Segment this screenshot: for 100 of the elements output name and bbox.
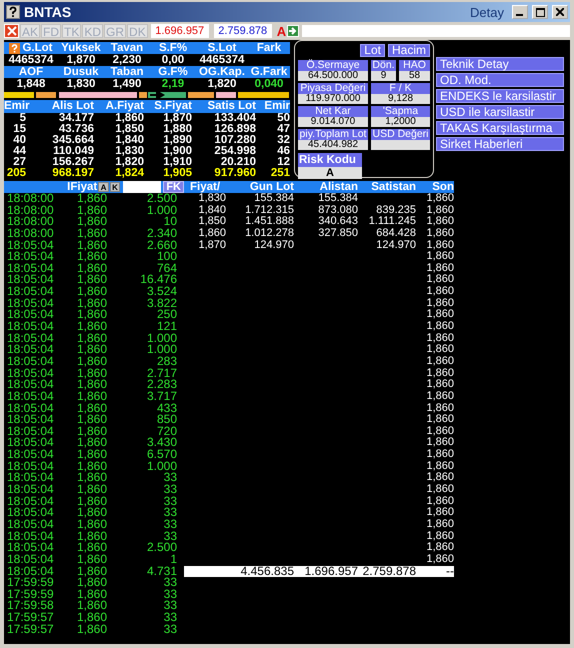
stat-label: G.Lot — [4, 42, 58, 54]
lot-cell-text: 3.524 — [146, 286, 177, 298]
stat-label: Yuksek — [60, 42, 102, 54]
table-cell-text: 254.998 — [213, 146, 256, 157]
lot-cell-text: 10 — [164, 216, 177, 228]
lot-cell-text: 33 — [164, 577, 177, 589]
time-cell-text: 18:05:04 — [7, 542, 55, 554]
flag-label: A — [276, 24, 286, 38]
input-field[interactable] — [123, 181, 162, 193]
table-cell-text: 1,890 — [162, 135, 192, 146]
stat-label: S.Lot — [206, 42, 238, 54]
table-cell-text: 1,840 — [114, 135, 144, 146]
table-cell-text: 1,860 — [425, 368, 454, 379]
stat-value: 2,19 — [160, 78, 186, 90]
table-cell-text: 15 — [12, 124, 26, 135]
link-button[interactable]: OD. Mod. — [436, 73, 564, 87]
column-header: Emir — [263, 100, 290, 113]
lot-cell-text: 283 — [156, 356, 177, 368]
price-cell-text: 1,860 — [76, 228, 107, 240]
field-value: 1,2000 — [371, 117, 430, 127]
table-cell-text: 345.664 — [51, 135, 94, 146]
time-cell-text: 18:08:00 — [7, 193, 55, 205]
table-cell-text: 1,860 — [425, 193, 454, 205]
stat-label: Dusuk — [62, 66, 100, 78]
table-cell-text: 46 — [276, 146, 290, 157]
field-value: A — [298, 167, 362, 179]
filter-button[interactable]: A — [98, 182, 109, 192]
minimize-button[interactable] — [512, 5, 528, 19]
price-cell-text: 1,860 — [76, 368, 107, 380]
lot-cell-text: 2.283 — [146, 379, 177, 391]
help-icon[interactable] — [6, 5, 20, 19]
table-cell-text: 1,860 — [425, 449, 454, 461]
lot-cell-text: 100 — [156, 251, 177, 263]
maximize-button[interactable] — [532, 5, 548, 19]
total-cell-text: 4.456.835 — [240, 566, 294, 578]
link-button[interactable]: ENDEKS le karsilastir — [436, 89, 564, 103]
lot-cell-text: 1.000 — [146, 332, 177, 344]
price-cell-text: 1,860 — [76, 216, 107, 228]
price-cell-text: 1,860 — [76, 414, 107, 426]
time-cell-text: 18:05:04 — [7, 344, 55, 356]
table-cell-text: 110.049 — [52, 146, 94, 157]
price-cell-text: 1,860 — [76, 600, 107, 612]
table-cell-text: 32 — [276, 135, 290, 146]
field-label: HAO — [399, 60, 430, 71]
time-cell-text: 18:05:04 — [7, 518, 55, 531]
lot-cell-text: 33 — [162, 624, 177, 636]
field-label: Dön. — [371, 60, 396, 71]
price-cell-text: 1,860 — [76, 390, 107, 403]
time-cell-text: 17:59:58 — [7, 600, 55, 612]
arrow-icon — [288, 26, 298, 36]
table-cell-text: 1,860 — [425, 228, 454, 240]
time-cell-text: 18:05:04 — [7, 274, 55, 286]
table-cell-text: 133.404 — [213, 113, 256, 124]
price-cell-text: 1,860 — [76, 472, 107, 484]
filter-button[interactable]: FK — [163, 181, 184, 193]
stat-label: OG.Kap. — [198, 66, 246, 78]
lot-cell-text: 16.476 — [139, 274, 177, 286]
table-cell-text: 1,860 — [425, 390, 454, 403]
lot-cell-text: 1 — [169, 554, 177, 566]
table-cell-text: 1,860 — [425, 437, 454, 449]
close-button[interactable] — [552, 5, 568, 19]
stat-value: 4465374 — [8, 54, 54, 66]
link-button[interactable]: USD ile karsilastir — [436, 105, 564, 119]
link-button[interactable]: TAKAS Karşılaştırma — [436, 121, 564, 135]
table-cell-text: 1,860 — [425, 518, 454, 531]
time-cell-text: 18:05:04 — [7, 390, 55, 403]
go-button[interactable] — [287, 25, 300, 37]
field-label: piy.Toplam Lot — [298, 129, 368, 140]
stat-label: G.Fark — [250, 66, 288, 78]
input-field[interactable] — [302, 25, 570, 37]
field-label: F / K — [371, 83, 430, 94]
table-cell-text: 1,860 — [425, 554, 454, 566]
total-cell-text: 968.197 — [51, 168, 94, 179]
toggle-button[interactable]: Hacim — [388, 44, 430, 57]
price-cell-text: 1,860 — [76, 332, 107, 344]
field-value: 64.500.000 — [298, 71, 368, 81]
field-label: USD Değeri — [371, 129, 430, 140]
lot-cell-text: 3.717 — [146, 390, 177, 403]
table-cell-text: 1,860 — [425, 460, 454, 472]
toggle-button[interactable]: Lot — [360, 44, 385, 57]
column-header: Alistan — [318, 181, 358, 193]
filter-button[interactable]: K — [110, 182, 120, 192]
price-cell-text: 1,860 — [76, 624, 107, 636]
lot-cell-text: 2.717 — [146, 368, 177, 380]
stat-label: AOF — [18, 66, 44, 78]
link-button[interactable]: Teknik Detay — [436, 57, 564, 71]
table-cell-text: 1,840 — [197, 204, 226, 216]
stat-value: 2,230 — [112, 54, 142, 66]
time-cell-text: 18:05:04 — [7, 460, 55, 472]
table-cell-text: 1,860 — [425, 240, 454, 251]
stat-value: 1,490 — [112, 78, 142, 90]
table-cell-text: 1,860 — [114, 113, 144, 124]
column-header: IFiyat — [66, 181, 98, 193]
price-cell-text: 1,860 — [76, 251, 107, 263]
lot-cell-text: 121 — [156, 321, 177, 333]
time-cell-text: 18:05:04 — [7, 530, 55, 542]
price-cell-text: 1,860 — [76, 612, 107, 624]
link-button[interactable]: Sirket Haberleri — [436, 137, 564, 151]
table-cell-text: 873.080 — [317, 204, 358, 216]
lot-cell-text: 6.570 — [146, 449, 177, 461]
